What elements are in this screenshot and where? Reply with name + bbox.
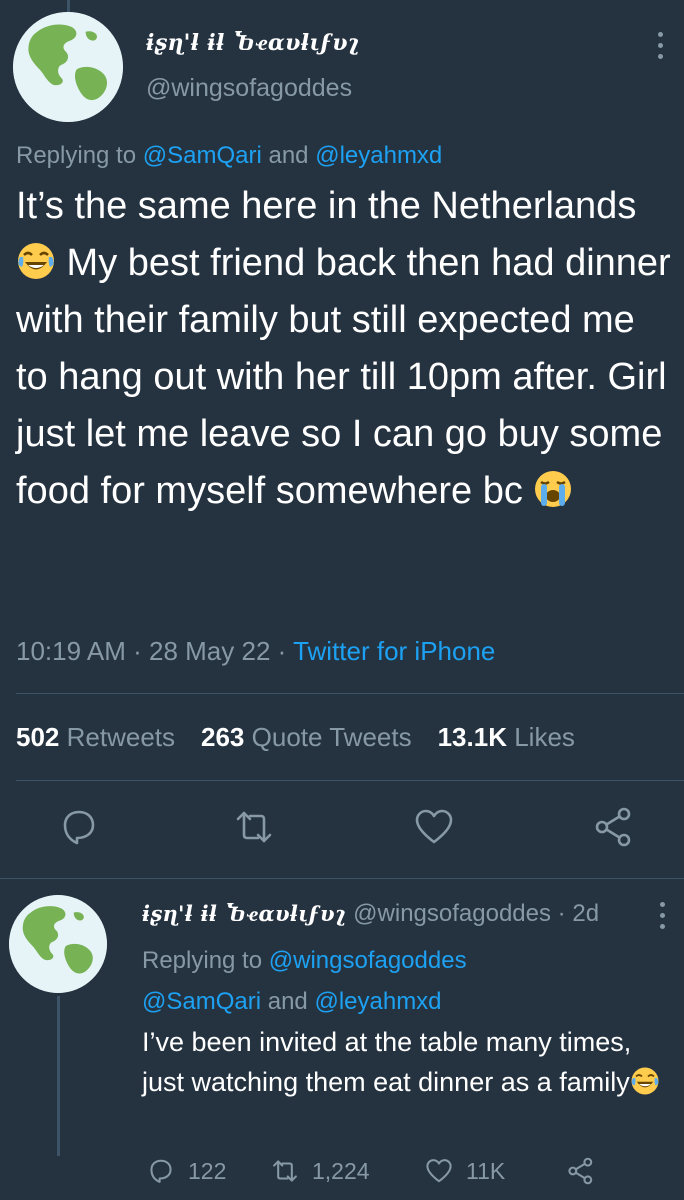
- reply-count: 122: [188, 1157, 227, 1184]
- earth-globe-icon: [13, 12, 123, 122]
- more-vertical-icon[interactable]: [652, 902, 672, 929]
- mention-link[interactable]: @leyahmxd: [315, 142, 442, 169]
- replying-and: and: [267, 988, 308, 1015]
- face-with-tears-of-joy-icon: [16, 241, 56, 281]
- retweet-count: 1,224: [312, 1157, 370, 1184]
- reply-icon: [146, 1156, 176, 1186]
- replying-to: Replying to @wingsofagoddes @SamQari and…: [142, 940, 467, 1022]
- mention-link[interactable]: @wingsofagoddes: [269, 947, 467, 974]
- tweet-actions: [0, 800, 684, 860]
- mention-link[interactable]: @leyahmxd: [314, 988, 441, 1015]
- likes-stat[interactable]: 13.1K Likes: [438, 722, 575, 753]
- share-icon: [566, 1156, 596, 1186]
- divider: [0, 878, 684, 879]
- quote-tweets-stat[interactable]: 263 Quote Tweets: [201, 722, 412, 753]
- tweet-text-part: I’ve been invited at the table many time…: [142, 1027, 632, 1097]
- handle[interactable]: @wingsofagoddes: [146, 74, 352, 103]
- tweet-age[interactable]: 2d: [572, 900, 599, 927]
- replying-to: Replying to @SamQari and @leyahmxd: [16, 142, 442, 170]
- retweet-icon: [270, 1156, 300, 1186]
- loudly-crying-face-icon: [533, 469, 573, 509]
- reply-count-button[interactable]: 122: [146, 1156, 226, 1186]
- tweet-meta: 10:19 AM · 28 May 22 · Twitter for iPhon…: [16, 636, 495, 667]
- tweet-source[interactable]: Twitter for iPhone: [293, 636, 495, 666]
- share-button[interactable]: [566, 1156, 596, 1186]
- face-with-tears-of-joy-icon: [630, 1066, 660, 1096]
- like-count-button[interactable]: 11K: [424, 1156, 505, 1186]
- heart-icon[interactable]: [412, 805, 456, 849]
- reply-icon[interactable]: [57, 805, 101, 849]
- heart-icon: [424, 1156, 454, 1186]
- meta-separator: ·: [557, 900, 566, 927]
- tweet-time[interactable]: 10:19 AM: [16, 636, 126, 666]
- tweet-text: It’s the same here in the Netherlands My…: [16, 178, 676, 520]
- share-icon[interactable]: [592, 805, 636, 849]
- earth-globe-icon: [9, 895, 107, 993]
- reply-header: ɨʂɳ'ƚ ɨƚ Ⴆҽαυƚιϝυʅ @wingsofagoddes · 2d: [142, 900, 599, 928]
- divider: [16, 693, 684, 694]
- retweets-stat[interactable]: 502 Retweets: [16, 722, 175, 753]
- meta-separator: ·: [277, 636, 287, 666]
- replying-prefix: Replying to: [142, 947, 263, 974]
- handle[interactable]: @wingsofagoddes: [353, 900, 551, 927]
- replying-prefix: Replying to: [16, 142, 137, 169]
- tweet-text: I’ve been invited at the table many time…: [142, 1022, 672, 1102]
- retweet-icon[interactable]: [232, 805, 276, 849]
- mention-link[interactable]: @SamQari: [142, 988, 261, 1015]
- display-name[interactable]: ɨʂɳ'ƚ ɨƚ Ⴆҽαυƚιϝυʅ: [142, 901, 347, 926]
- tweet-text-part: It’s the same here in the Netherlands: [16, 185, 637, 227]
- like-count: 11K: [466, 1157, 506, 1184]
- replying-and: and: [268, 142, 309, 169]
- retweet-count-button[interactable]: 1,224: [270, 1156, 370, 1186]
- display-name[interactable]: ɨʂɳ'ƚ ɨƚ Ⴆҽαυƚιϝυʅ: [146, 30, 360, 56]
- divider: [16, 780, 684, 781]
- tweet-date[interactable]: 28 May 22: [149, 636, 270, 666]
- thread-line-top: [67, 0, 70, 12]
- avatar[interactable]: [9, 895, 107, 993]
- avatar[interactable]: [13, 12, 123, 122]
- more-vertical-icon[interactable]: [650, 32, 670, 59]
- thread-line: [57, 996, 60, 1156]
- mention-link[interactable]: @SamQari: [143, 142, 262, 169]
- meta-separator: ·: [133, 636, 142, 666]
- tweet-stats: 502 Retweets 263 Quote Tweets 13.1K Like…: [16, 722, 575, 753]
